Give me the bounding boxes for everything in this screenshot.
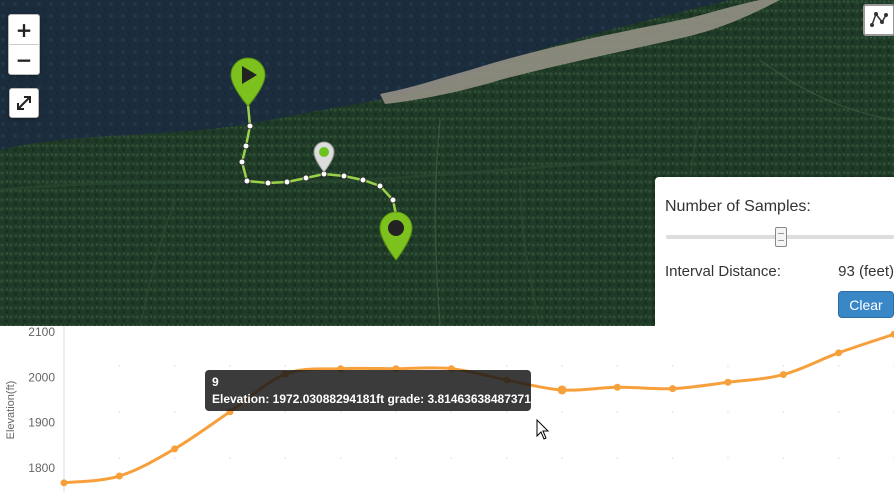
elevation-point[interactable] bbox=[835, 349, 843, 357]
grid-dot bbox=[506, 411, 508, 413]
grid-dot bbox=[174, 411, 176, 413]
zoom-in-button[interactable]: + bbox=[9, 15, 39, 44]
grid-dot bbox=[395, 411, 397, 413]
y-tick-label: 2000 bbox=[28, 370, 55, 384]
profile-settings-panel: Number of Samples: Interval Distance: 93… bbox=[655, 177, 894, 326]
y-axis-label: Elevation(ft) bbox=[5, 381, 17, 440]
grid-dot bbox=[782, 411, 784, 413]
fullscreen-button[interactable] bbox=[9, 88, 39, 118]
route-vertex bbox=[246, 122, 254, 130]
tooltip-body: Elevation: 1972.03088294181ft grade: 3.8… bbox=[212, 392, 531, 406]
grid-dot bbox=[340, 457, 342, 459]
grid-dot bbox=[340, 411, 342, 413]
route-vertex bbox=[359, 176, 367, 184]
grid-dot bbox=[672, 457, 674, 459]
grid-dot bbox=[727, 457, 729, 459]
zoom-out-button[interactable]: − bbox=[9, 44, 39, 74]
y-tick-label: 1900 bbox=[28, 416, 55, 430]
tooltip-title: 9 bbox=[212, 375, 219, 389]
elevation-point[interactable] bbox=[724, 378, 732, 386]
route-vertex bbox=[340, 172, 348, 180]
grid-dot bbox=[561, 365, 563, 367]
route-vertex bbox=[242, 142, 250, 150]
samples-label: Number of Samples: bbox=[665, 198, 811, 215]
start-marker-icon bbox=[230, 57, 266, 107]
route-vertex bbox=[238, 158, 246, 166]
grid-dot bbox=[616, 411, 618, 413]
grid-dot bbox=[838, 457, 840, 459]
elevation-point[interactable] bbox=[115, 472, 123, 480]
grid-dot bbox=[229, 365, 231, 367]
grid-dot bbox=[229, 457, 231, 459]
route-vertex bbox=[302, 174, 310, 182]
elevation-point[interactable] bbox=[557, 385, 567, 395]
route-vertex bbox=[264, 179, 272, 187]
grid-dot bbox=[561, 411, 563, 413]
elevation-point[interactable] bbox=[613, 383, 621, 391]
grid-dot bbox=[616, 457, 618, 459]
route-vertex bbox=[376, 182, 384, 190]
polyline-icon bbox=[870, 12, 888, 27]
grid-dot bbox=[506, 365, 508, 367]
elevation-point[interactable] bbox=[171, 445, 179, 453]
grid-dot bbox=[727, 411, 729, 413]
grid-dot bbox=[284, 457, 286, 459]
y-tick-label: 1800 bbox=[28, 461, 55, 475]
expand-icon bbox=[17, 96, 31, 110]
grid-dot bbox=[506, 457, 508, 459]
grid-dot bbox=[395, 457, 397, 459]
y-tick-label: 2100 bbox=[28, 326, 55, 339]
grid-dot bbox=[284, 365, 286, 367]
interval-value: 93 (feet) bbox=[838, 263, 894, 280]
grid-dot bbox=[174, 457, 176, 459]
grid-dot bbox=[118, 411, 120, 413]
grid-dot bbox=[782, 365, 784, 367]
grid-dot bbox=[561, 457, 563, 459]
zoom-control: + − bbox=[8, 14, 40, 75]
elevation-point[interactable] bbox=[60, 479, 68, 487]
clear-button[interactable]: Clear bbox=[838, 291, 894, 318]
map-view[interactable]: + − Number of Samples: Interval Distance… bbox=[0, 0, 894, 326]
grid-dot bbox=[450, 457, 452, 459]
elevation-point[interactable] bbox=[669, 385, 677, 393]
grid-dot bbox=[616, 365, 618, 367]
grid-dot bbox=[450, 411, 452, 413]
draw-polyline-button[interactable] bbox=[863, 4, 894, 36]
grid-dot bbox=[727, 365, 729, 367]
grid-dot bbox=[284, 411, 286, 413]
elevation-point[interactable] bbox=[779, 371, 787, 379]
grid-dot bbox=[838, 411, 840, 413]
route-vertex bbox=[243, 177, 251, 185]
grid-dot bbox=[838, 365, 840, 367]
position-marker-icon bbox=[313, 141, 335, 173]
end-marker-icon bbox=[379, 211, 413, 261]
grid-dot bbox=[174, 365, 176, 367]
interval-label: Interval Distance: bbox=[665, 263, 781, 280]
grid-dot bbox=[672, 365, 674, 367]
grid-dot bbox=[118, 365, 120, 367]
grid-dot bbox=[118, 457, 120, 459]
route-vertex bbox=[283, 178, 291, 186]
samples-slider-handle[interactable] bbox=[775, 227, 787, 247]
mouse-cursor-icon bbox=[536, 419, 550, 440]
grid-dot bbox=[672, 411, 674, 413]
grid-dot bbox=[782, 457, 784, 459]
route-vertex bbox=[389, 196, 397, 204]
elevation-tooltip: 9 Elevation: 1972.03088294181ft grade: 3… bbox=[205, 370, 531, 411]
